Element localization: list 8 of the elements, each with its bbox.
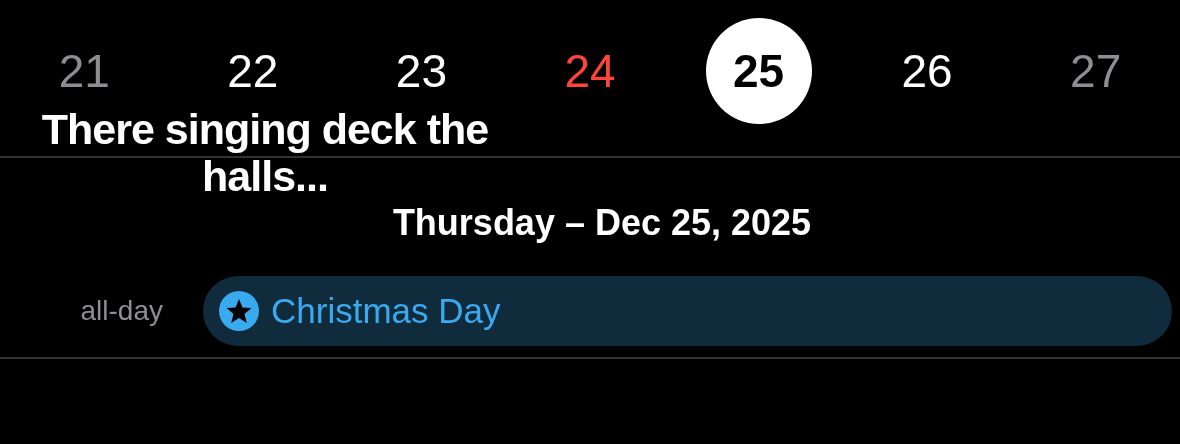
date-title: Thursday – Dec 25, 2025 (392, 202, 812, 244)
all-day-label: all-day (79, 295, 164, 327)
day-number[interactable]: 26 (874, 18, 981, 124)
event-pill[interactable]: Christmas Day (203, 276, 1172, 346)
caption-text: There singing deck the halls... (40, 106, 490, 200)
day-number[interactable]: 27 (1042, 18, 1149, 124)
day-number[interactable]: 24 (537, 18, 643, 124)
day-number[interactable]: 25 (705, 18, 812, 124)
